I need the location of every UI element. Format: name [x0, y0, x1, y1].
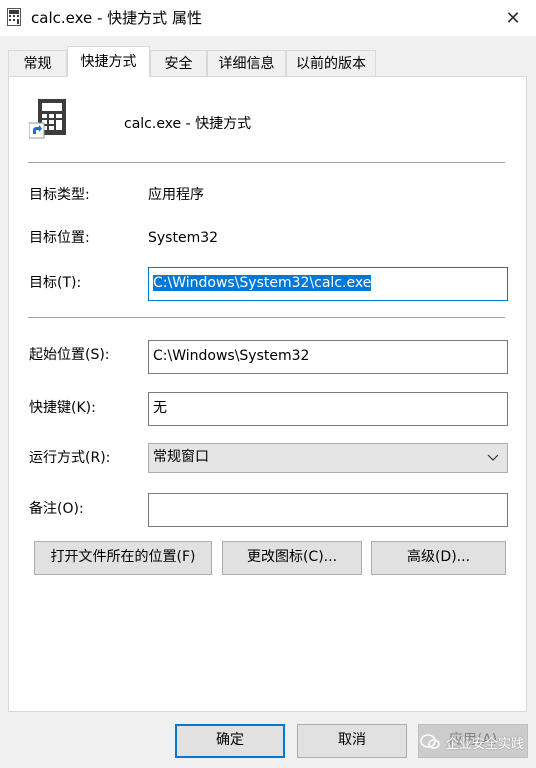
target-type-label: 目标类型:	[29, 187, 90, 203]
ok-button[interactable]: 确定	[175, 724, 285, 758]
change-icon-button[interactable]: 更改图标(C)...	[222, 541, 362, 575]
run-select[interactable]: 常规窗口	[148, 443, 508, 473]
calculator-shortcut-icon	[28, 99, 69, 139]
hotkey-input[interactable]: 无	[148, 392, 508, 426]
target-input[interactable]: C:\Windows\System32\calc.exe	[148, 267, 508, 301]
document-icon	[7, 8, 21, 26]
tab-previous-versions[interactable]: 以前的版本	[286, 50, 376, 76]
run-select-value: 常规窗口	[153, 449, 209, 465]
cancel-button[interactable]: 取消	[297, 724, 407, 758]
target-selected-text: C:\Windows\System32\calc.exe	[153, 275, 372, 291]
tab-security[interactable]: 安全	[150, 50, 207, 76]
properties-window: calc.exe - 快捷方式 属性 ✕ 常规 快捷方式 安全 详细信息 以前的…	[0, 0, 536, 768]
watermark: 企业安全实践	[420, 728, 524, 756]
target-type-value: 应用程序	[148, 187, 204, 203]
chevron-down-icon	[487, 444, 499, 482]
start-in-input[interactable]: C:\Windows\System32	[148, 340, 508, 374]
shortcut-name: calc.exe - 快捷方式	[124, 116, 252, 132]
wechat-icon	[420, 734, 440, 750]
tab-shortcut[interactable]: 快捷方式	[67, 46, 150, 77]
hotkey-label: 快捷键(K):	[29, 400, 96, 416]
watermark-text: 企业安全实践	[446, 736, 525, 752]
open-file-location-button[interactable]: 打开文件所在的位置(F)	[34, 541, 212, 575]
target-label: 目标(T):	[29, 275, 82, 291]
tab-details[interactable]: 详细信息	[207, 50, 286, 76]
divider	[28, 317, 505, 318]
target-location-label: 目标位置:	[29, 230, 90, 246]
shortcut-panel: calc.exe - 快捷方式 目标类型: 应用程序 目标位置: System3…	[8, 76, 527, 712]
start-in-label: 起始位置(S):	[29, 347, 110, 363]
title-bar[interactable]: calc.exe - 快捷方式 属性 ✕	[0, 0, 536, 36]
divider	[28, 162, 505, 163]
tab-general[interactable]: 常规	[8, 50, 67, 76]
window-title: calc.exe - 快捷方式 属性	[31, 9, 202, 27]
comment-label: 备注(O):	[29, 501, 84, 517]
close-icon[interactable]: ✕	[490, 0, 536, 36]
advanced-button[interactable]: 高级(D)...	[371, 541, 506, 575]
run-label: 运行方式(R):	[29, 450, 111, 466]
comment-input[interactable]	[148, 493, 508, 527]
target-location-value: System32	[148, 230, 219, 246]
